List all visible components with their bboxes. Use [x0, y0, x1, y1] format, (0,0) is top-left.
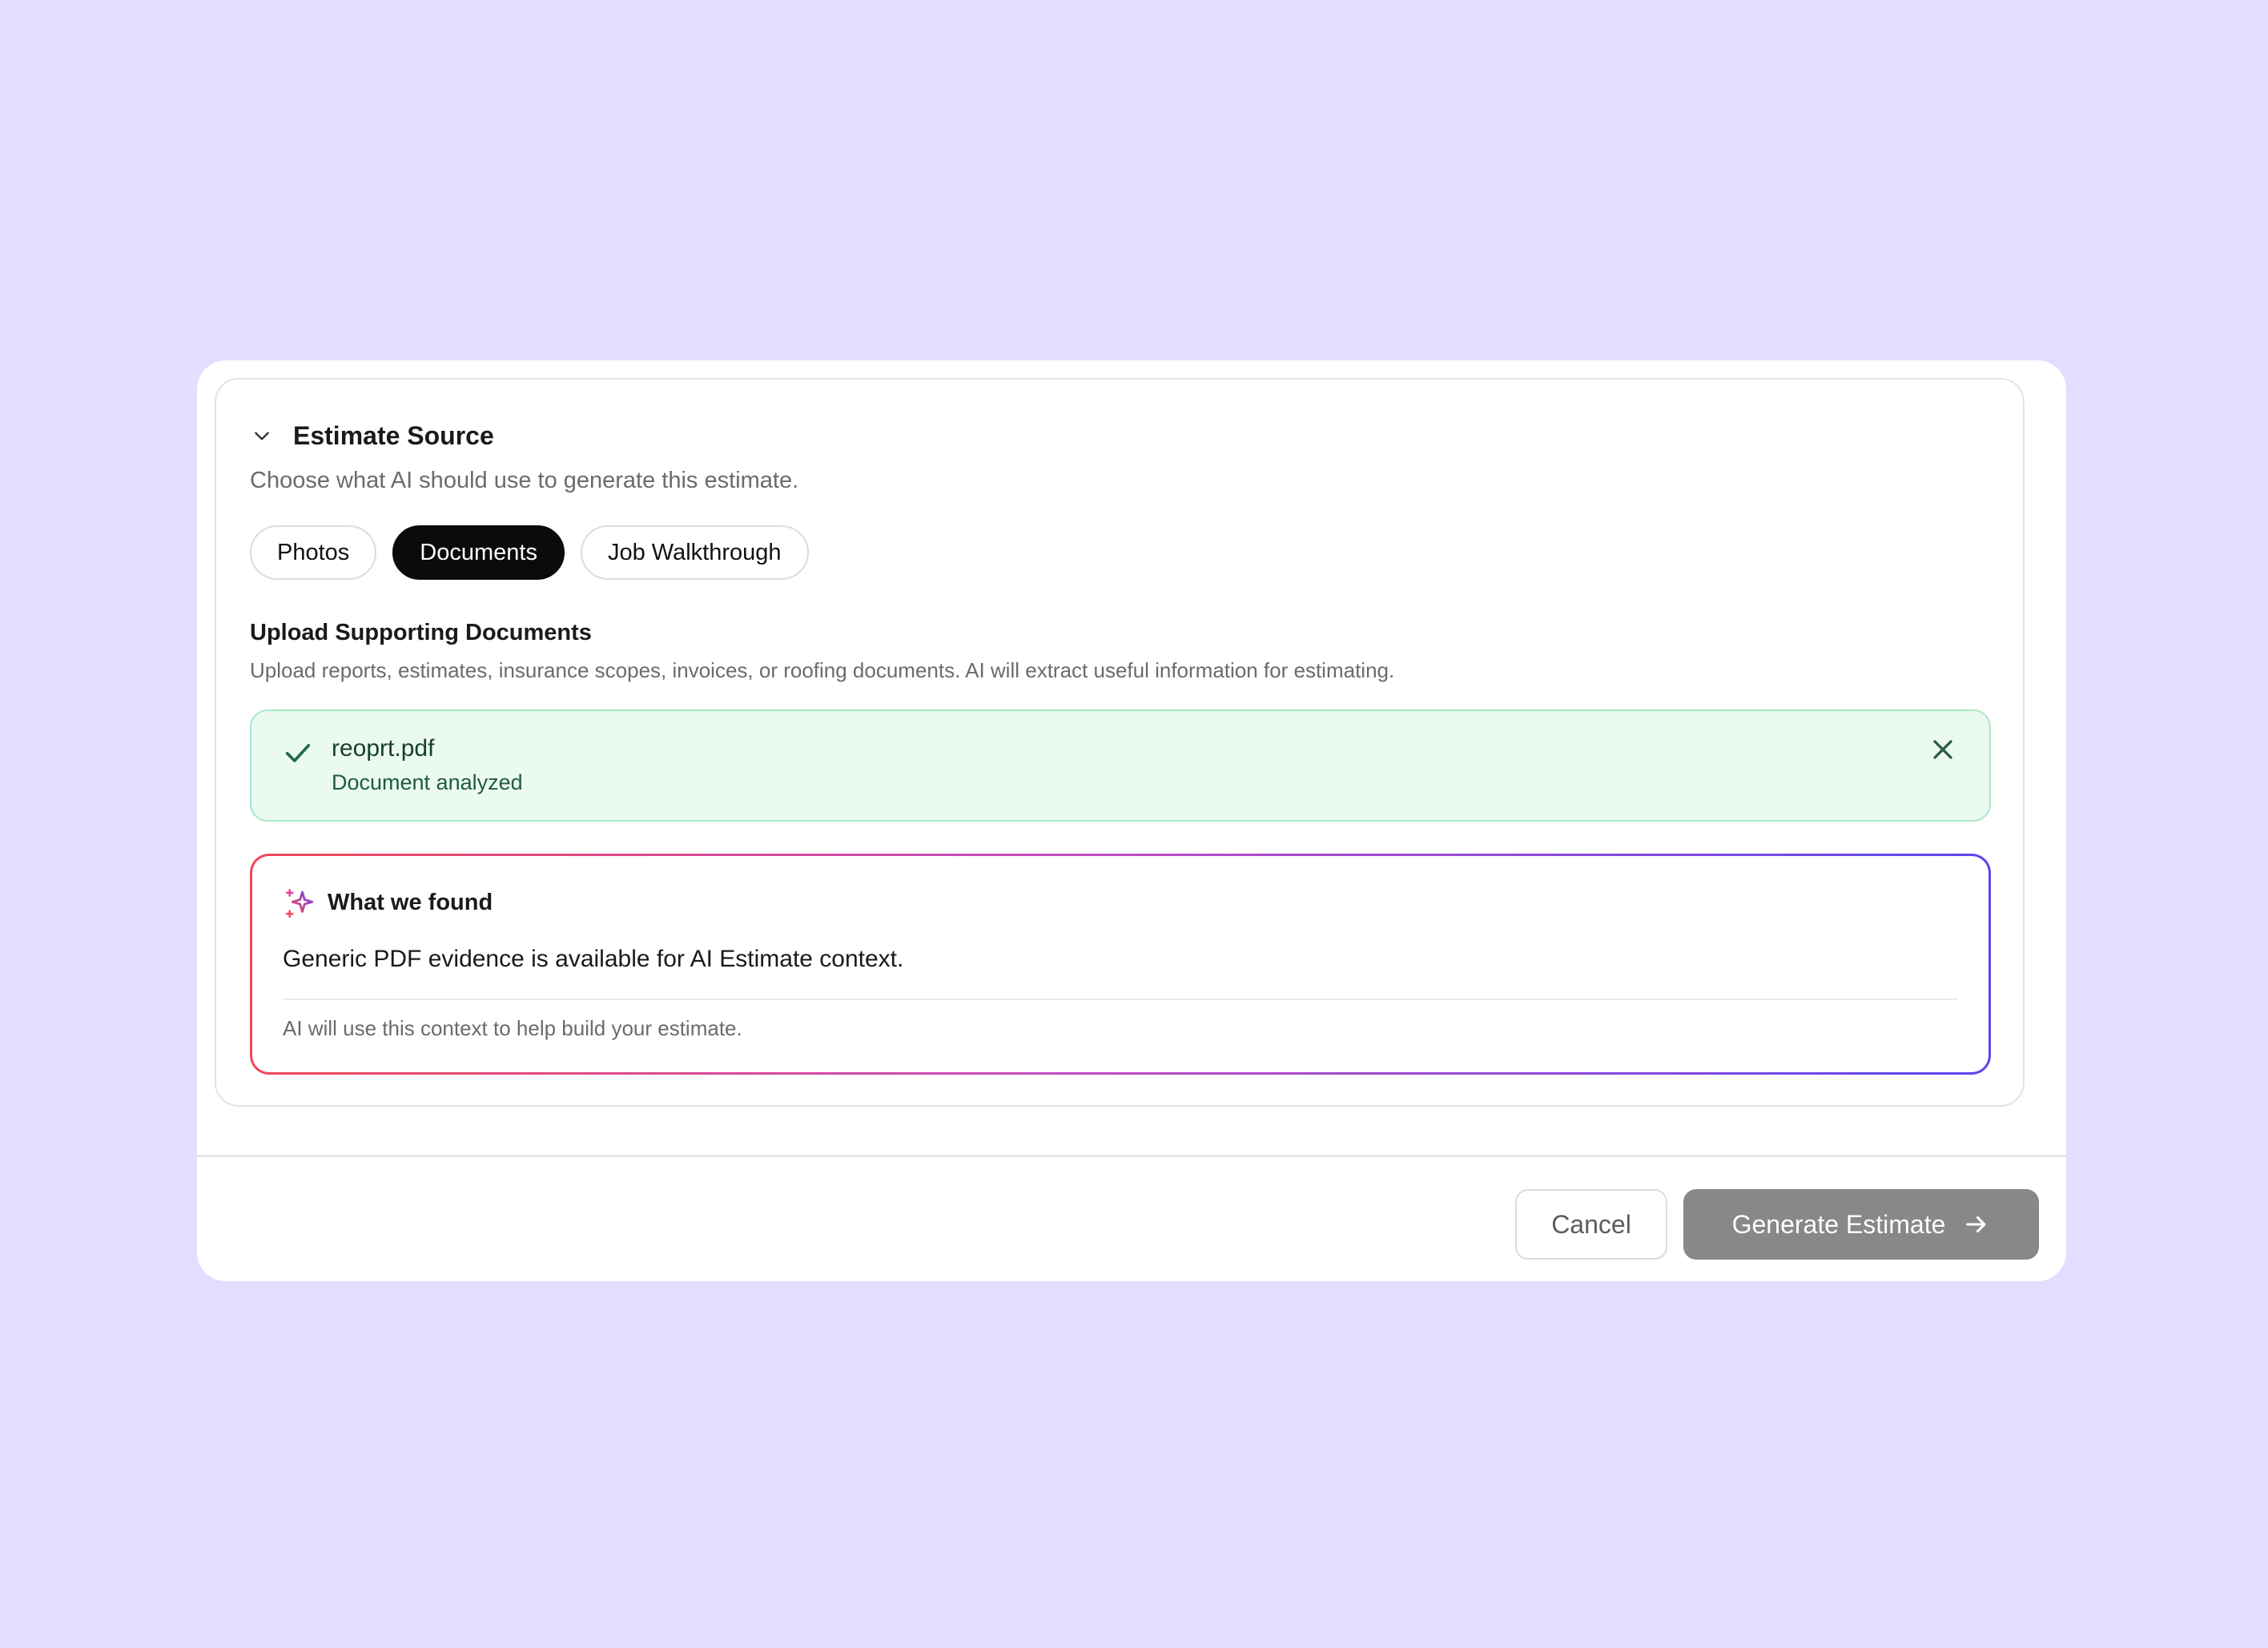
tab-photos[interactable]: Photos: [250, 525, 377, 580]
generate-estimate-button[interactable]: Generate Estimate: [1683, 1189, 2039, 1260]
found-text: Generic PDF evidence is available for AI…: [283, 946, 904, 972]
file-status: Document analyzed: [332, 770, 523, 794]
uploaded-file-card: reoprt.pdf Document analyzed: [250, 709, 1991, 822]
footer-divider: [197, 1155, 2066, 1157]
estimate-modal: Estimate Source Choose what AI should us…: [197, 360, 2066, 1281]
chevron-down-icon[interactable]: [250, 424, 274, 448]
upload-description: Upload reports, estimates, insurance sco…: [250, 658, 1395, 682]
source-tabs: Photos Documents Job Walkthrough: [250, 525, 809, 580]
section-header[interactable]: Estimate Source: [250, 418, 494, 453]
generate-estimate-label: Generate Estimate: [1731, 1209, 1946, 1239]
divider: [283, 999, 1958, 1000]
tab-documents[interactable]: Documents: [392, 525, 565, 580]
estimate-source-section: Estimate Source Choose what AI should us…: [215, 378, 2025, 1107]
what-we-found-card: What we found Generic PDF evidence is av…: [250, 854, 1991, 1075]
upload-title: Upload Supporting Documents: [250, 620, 592, 645]
close-icon[interactable]: [1927, 734, 1959, 766]
cancel-button[interactable]: Cancel: [1515, 1189, 1667, 1260]
file-name: reoprt.pdf: [332, 735, 435, 762]
check-icon: [282, 737, 314, 769]
tab-job-walkthrough[interactable]: Job Walkthrough: [580, 525, 809, 580]
section-subtitle: Choose what AI should use to generate th…: [250, 468, 799, 493]
found-title: What we found: [328, 890, 493, 915]
arrow-right-icon: [1963, 1211, 1990, 1238]
sparkle-icon: [283, 886, 316, 920]
section-title: Estimate Source: [293, 420, 494, 450]
found-note: AI will use this context to help build y…: [283, 1016, 742, 1040]
